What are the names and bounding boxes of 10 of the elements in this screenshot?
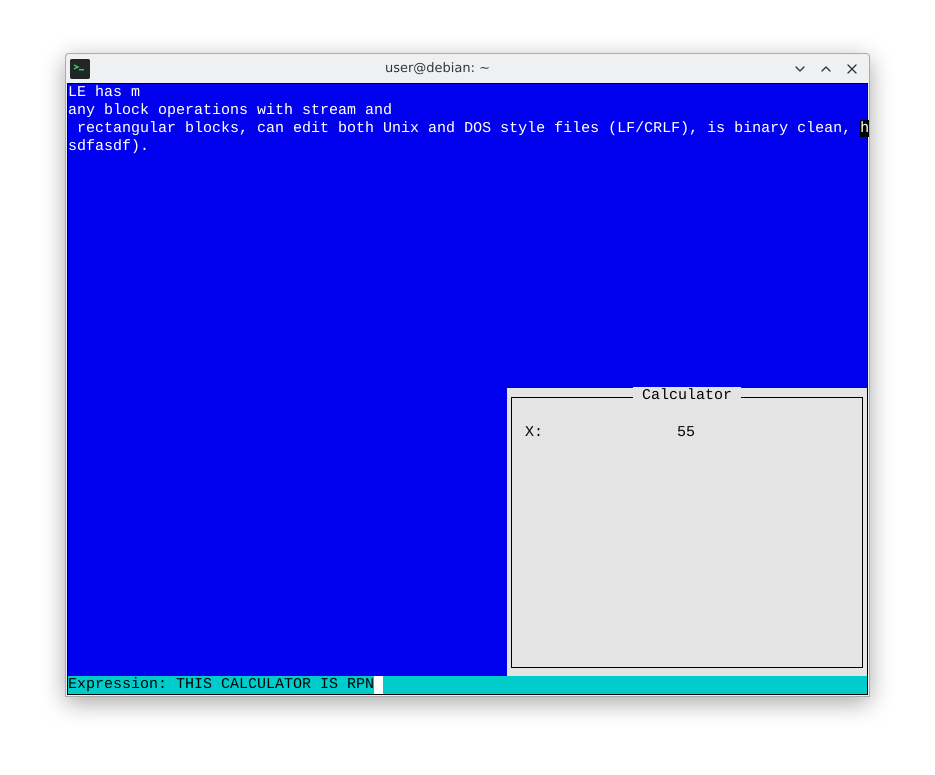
terminal-icon bbox=[70, 58, 90, 78]
register-value: 55 bbox=[677, 424, 696, 442]
editor-area[interactable]: LE has m any block operations with stream and rectangular blocks, can edit both Unix and DOS style files (LF/CRLF), is binary clean, h sdfasdf). Calculator X: 55 bbox=[68, 84, 867, 676]
register-label: X: bbox=[525, 424, 544, 442]
text-line: any block operations with stream and bbox=[68, 102, 394, 120]
window-title: user@debian: ~ bbox=[384, 61, 492, 76]
text-line: rectangular blocks, can edit both Unix and DOS style files (LF/CRLF), is binary clean, h bbox=[76, 120, 867, 138]
expression-prompt[interactable]: Expression: THIS CALCULATOR IS RPN bbox=[68, 676, 374, 694]
text-line: sdfasdf). bbox=[68, 138, 150, 156]
text-line: LE has m bbox=[68, 84, 142, 102]
